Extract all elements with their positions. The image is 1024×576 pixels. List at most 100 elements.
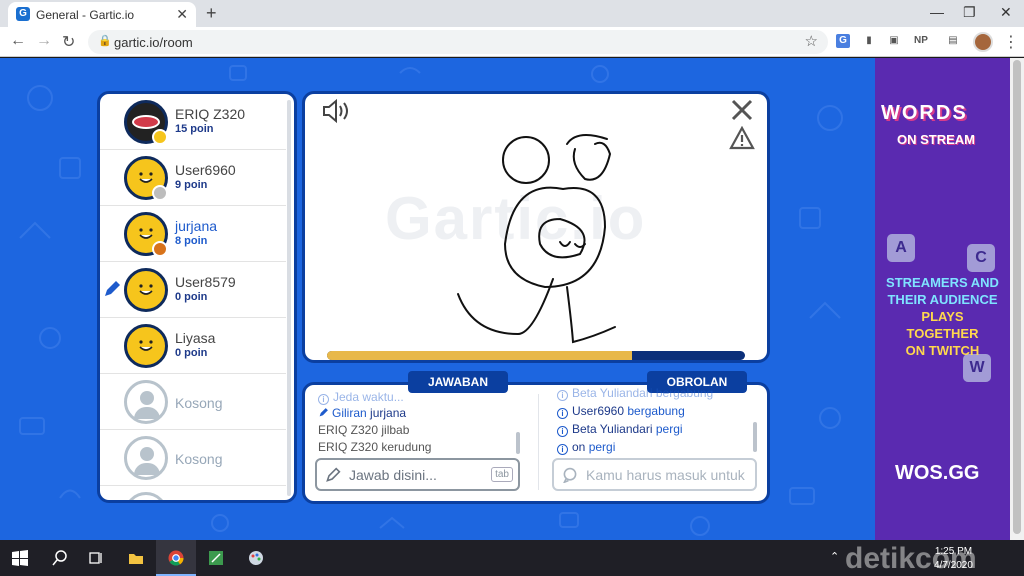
browser-tab[interactable]: G General - Gartic.io ✕ xyxy=(8,2,196,27)
player-score: 9 poin xyxy=(175,179,208,191)
player-name: ERIQ Z320 xyxy=(175,106,246,122)
chat-placeholder: Kamu harus masuk untuk xyxy=(586,467,745,483)
windows-taskbar: detikcom ⌃ 1:25 PM 4/7/2020 xyxy=(0,540,1024,576)
bronze-medal-icon xyxy=(152,241,168,257)
player-score: 0 poin xyxy=(175,291,208,303)
back-icon[interactable]: ← xyxy=(10,32,26,50)
browser-menu-icon[interactable]: ⋮ xyxy=(1003,32,1019,52)
reload-icon[interactable]: ↻ xyxy=(62,32,75,52)
player-score: 15 poin xyxy=(175,123,214,135)
file-explorer-button[interactable] xyxy=(116,540,156,576)
answer-log-line: ERIQ Z320 jilbab xyxy=(318,423,410,437)
player-name: Liyasa xyxy=(175,330,216,346)
answer-placeholder: Jawab disini... xyxy=(349,467,437,483)
ad-letter-tile: C xyxy=(967,244,995,272)
players-scrollbar[interactable] xyxy=(287,100,291,496)
player-drawing xyxy=(457,134,616,344)
media-extension-icon[interactable]: ▤ xyxy=(946,34,960,48)
player-row[interactable]: ERIQ Z320 15 poin xyxy=(100,94,286,150)
chat-bubble-icon xyxy=(563,467,577,483)
search-button[interactable] xyxy=(40,540,80,576)
maximize-icon[interactable]: ❐ xyxy=(963,4,976,21)
bookmark-star-icon[interactable]: ☆ xyxy=(805,32,818,50)
drawing-canvas[interactable]: Gartic.io xyxy=(302,91,770,363)
paint-app-button[interactable] xyxy=(236,540,276,576)
chrome-icon xyxy=(168,550,184,566)
chat-log-line: i Beta Yuliandari pergi xyxy=(557,422,683,437)
browser-toolbar: ← → ↻ 🔒 gartic.io/room ☆ G ▮ ▣ NP ▤ ⋮ xyxy=(0,27,1024,57)
words-on-stream-ad[interactable]: WORDS ON STREAM A C W STREAMERS AND THEI… xyxy=(875,58,1010,540)
folder-icon xyxy=(129,554,143,564)
empty-slot-row xyxy=(100,486,286,500)
turn-message: Giliran jurjana xyxy=(318,406,406,420)
player-name: jurjana xyxy=(175,218,218,234)
browser-tab-strip: G General - Gartic.io ✕ + — ❐ ✕ xyxy=(0,0,1024,27)
player-score: 8 poin xyxy=(175,235,208,247)
minimize-icon[interactable]: — xyxy=(930,4,944,20)
np-extension-icon[interactable]: NP xyxy=(912,34,930,48)
address-bar[interactable]: 🔒 gartic.io/room ☆ xyxy=(88,30,828,54)
empty-slot-label: Kosong xyxy=(175,451,223,467)
avatar xyxy=(124,324,168,368)
url-text[interactable]: gartic.io/room xyxy=(114,35,193,50)
answer-tab-label: JAWABAN xyxy=(408,371,508,393)
window-close-icon[interactable]: ✕ xyxy=(1000,4,1012,21)
lock-icon: 🔒 xyxy=(98,35,112,47)
chrome-button[interactable] xyxy=(156,540,196,576)
pencil-icon xyxy=(326,467,341,482)
pencil-icon xyxy=(319,408,328,417)
windows-logo-icon xyxy=(12,550,28,566)
tab-key-hint: tab xyxy=(491,467,513,482)
panel-divider xyxy=(538,394,539,490)
player-name: User6960 xyxy=(175,162,236,178)
game-area: ERIQ Z320 15 poin User6960 9 poin jurjan… xyxy=(0,58,1010,540)
translate-extension-icon[interactable]: G xyxy=(836,34,850,48)
app-button[interactable] xyxy=(196,540,236,576)
answer-log-partial: i Jeda waktu... xyxy=(318,390,404,405)
players-panel: ERIQ Z320 15 poin User6960 9 poin jurjan… xyxy=(97,91,297,503)
silver-medal-icon xyxy=(152,185,168,201)
gartic-favicon-icon: G xyxy=(16,7,30,21)
chat-log-partial: i Beta Yuliandari bergabung xyxy=(557,386,713,401)
avatar xyxy=(124,268,168,312)
chat-input[interactable]: Kamu harus masuk untuk xyxy=(552,458,757,491)
page-scrollbar[interactable] xyxy=(1010,58,1024,540)
ad-site-url: WOS.GG xyxy=(895,462,980,484)
ad-letter-tile: A xyxy=(887,234,915,262)
task-view-icon xyxy=(89,552,102,564)
spreadsheet-app-icon xyxy=(209,551,223,565)
empty-avatar-icon xyxy=(124,380,168,424)
forward-icon[interactable]: → xyxy=(36,32,52,50)
chat-log-scrollbar[interactable] xyxy=(753,422,757,452)
ad-logo-words: WORDS xyxy=(881,102,968,124)
answer-log-scrollbar[interactable] xyxy=(516,432,520,454)
chat-log-line: i on pergi xyxy=(557,440,615,455)
empty-slot-row: Kosong xyxy=(100,374,286,430)
bookmark-extension-icon[interactable]: ▮ xyxy=(862,34,876,48)
tab-title: General - Gartic.io xyxy=(36,8,135,22)
timer-progress-fill xyxy=(327,351,633,360)
tray-chevron-icon[interactable]: ⌃ xyxy=(830,550,839,563)
tab-close-icon[interactable]: ✕ xyxy=(176,6,188,23)
player-row[interactable]: User8579 0 poin xyxy=(100,262,286,318)
paint-app-icon xyxy=(249,551,263,565)
player-score: 0 poin xyxy=(175,347,208,359)
task-view-button[interactable] xyxy=(76,540,116,576)
empty-slot-row: Kosong xyxy=(100,430,286,486)
timer-progress-bar xyxy=(327,351,745,360)
new-tab-button[interactable]: + xyxy=(206,3,217,24)
empty-avatar-icon xyxy=(124,492,168,500)
empty-avatar-icon xyxy=(124,436,168,480)
search-icon xyxy=(52,550,67,566)
ad-logo-onstream: ON STREAM xyxy=(897,132,975,147)
answer-input[interactable]: Jawab disini... tab xyxy=(315,458,520,491)
player-name: User8579 xyxy=(175,274,236,290)
camera-extension-icon[interactable]: ▣ xyxy=(887,34,901,48)
player-row[interactable]: Liyasa 0 poin xyxy=(100,318,286,374)
player-row[interactable]: jurjana 8 poin xyxy=(100,206,286,262)
profile-avatar[interactable] xyxy=(973,32,993,52)
empty-slot-label: Kosong xyxy=(175,395,223,411)
player-row[interactable]: User6960 9 poin xyxy=(100,150,286,206)
system-clock[interactable]: 1:25 PM 4/7/2020 xyxy=(934,545,973,573)
start-button[interactable] xyxy=(0,540,40,576)
